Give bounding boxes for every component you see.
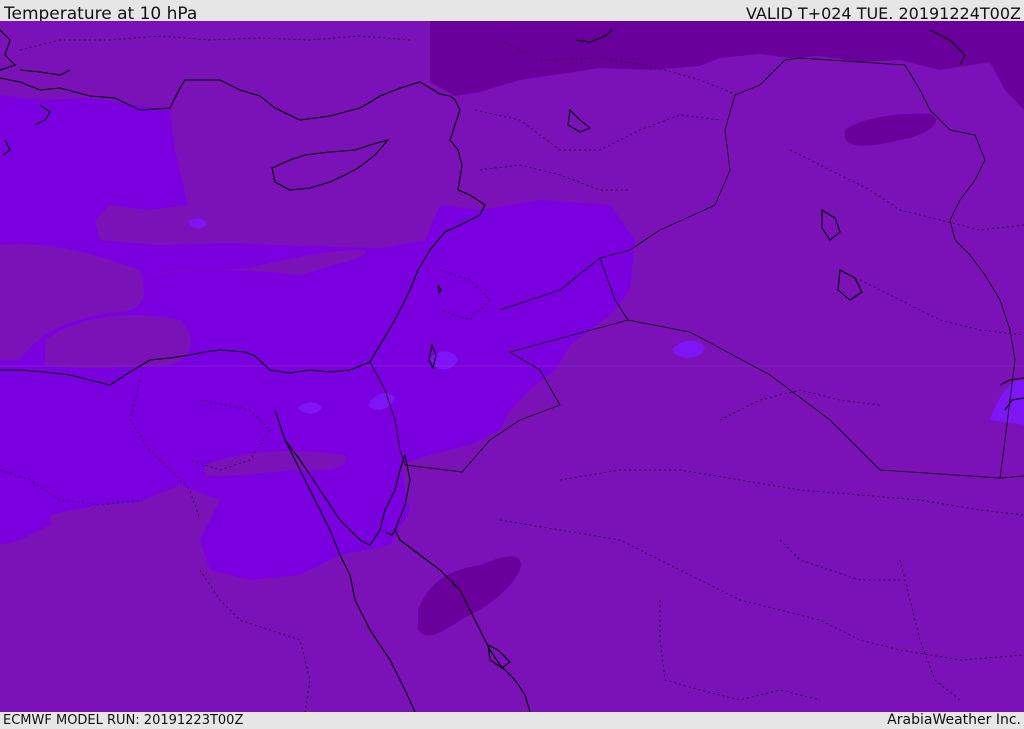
map-canvas <box>0 21 1024 712</box>
map-header: Temperature at 10 hPa VALID T+024 TUE. 2… <box>0 0 1024 24</box>
weather-map <box>0 21 1024 712</box>
credit-label: ArabiaWeather Inc. <box>887 712 1021 728</box>
model-run-label: ECMWF MODEL RUN: 20191223T00Z <box>3 713 244 728</box>
map-footer: ECMWF MODEL RUN: 20191223T00Z ArabiaWeat… <box>0 712 1024 729</box>
